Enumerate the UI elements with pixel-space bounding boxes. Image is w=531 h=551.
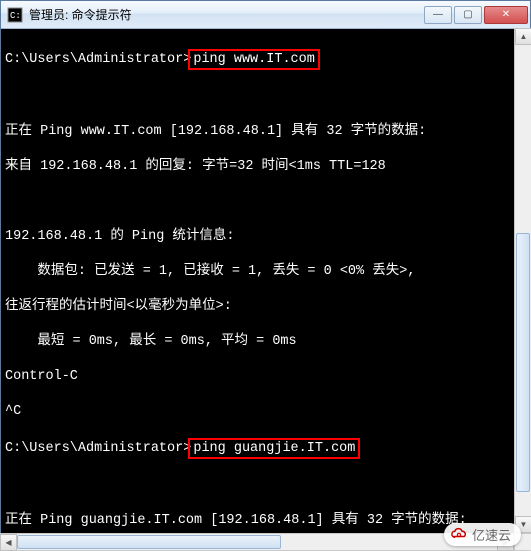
highlight-ping2: ping guangjie.IT.com — [188, 438, 360, 460]
maximize-button[interactable]: ▢ — [454, 6, 482, 24]
svg-text:C:: C: — [10, 11, 21, 21]
scroll-thumb[interactable] — [17, 535, 281, 549]
cloud-icon — [450, 526, 468, 544]
cmd-window: C: 管理员: 命令提示符 — ▢ ✕ C:\Users\Administrat… — [0, 0, 531, 550]
window-title: 管理员: 命令提示符 — [29, 6, 424, 23]
scroll-up-button[interactable]: ▲ — [515, 28, 531, 45]
highlight-ping1: ping www.IT.com — [188, 49, 320, 71]
watermark: 亿速云 — [444, 523, 521, 546]
cmd-icon: C: — [7, 7, 23, 23]
output-line: 来自 192.168.48.1 的回复: 字节=32 时间<1ms TTL=12… — [5, 158, 526, 176]
scroll-track[interactable] — [17, 534, 497, 550]
titlebar[interactable]: C: 管理员: 命令提示符 — ▢ ✕ — [1, 1, 530, 29]
output-line: ^C — [5, 403, 526, 421]
scroll-track[interactable] — [515, 45, 531, 516]
window-buttons: — ▢ ✕ — [424, 6, 528, 24]
prompt: C:\Users\Administrator> — [5, 52, 191, 67]
output-line: 192.168.48.1 的 Ping 统计信息: — [5, 228, 526, 246]
close-button[interactable]: ✕ — [484, 6, 528, 24]
scroll-thumb[interactable] — [516, 233, 530, 492]
output-line: Control-C — [5, 368, 526, 386]
output-line: 数据包: 已发送 = 1, 已接收 = 1, 丢失 = 0 <0% 丢失>, — [5, 263, 526, 281]
scroll-left-button[interactable]: ◀ — [0, 534, 17, 551]
output-line: 最短 = 0ms, 最长 = 0ms, 平均 = 0ms — [5, 333, 526, 351]
minimize-button[interactable]: — — [424, 6, 452, 24]
prompt: C:\Users\Administrator> — [5, 441, 191, 456]
terminal-output[interactable]: C:\Users\Administrator>ping www.IT.com 正… — [1, 29, 530, 549]
horizontal-scrollbar[interactable]: ◀ ▶ — [0, 533, 514, 550]
output-line: 正在 Ping www.IT.com [192.168.48.1] 具有 32 … — [5, 123, 526, 141]
output-line: 往返行程的估计时间<以毫秒为单位>: — [5, 298, 526, 316]
watermark-text: 亿速云 — [472, 525, 511, 544]
vertical-scrollbar[interactable]: ▲ ▼ — [514, 28, 531, 533]
